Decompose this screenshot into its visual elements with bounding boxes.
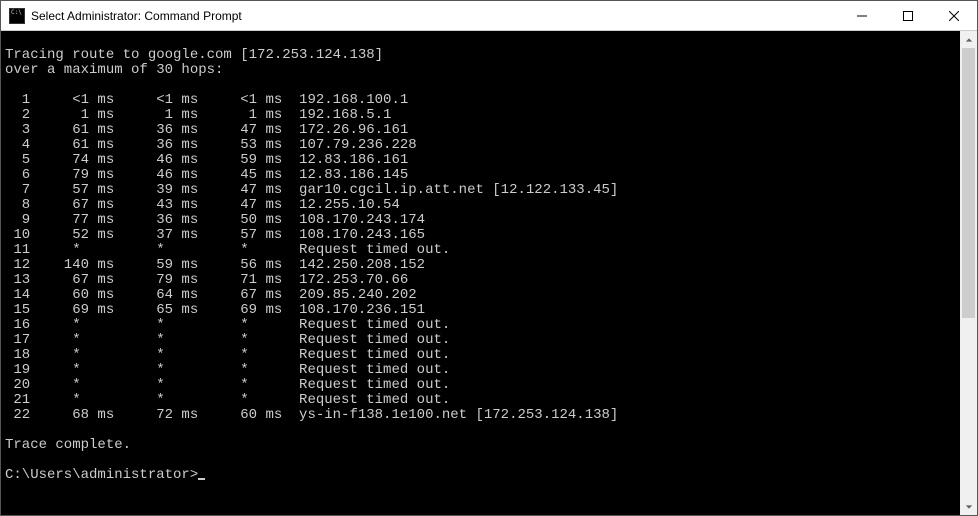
cursor xyxy=(198,478,205,480)
minimize-button[interactable] xyxy=(839,1,885,31)
prompt-text: C:\Users\administrator> xyxy=(5,467,198,483)
scroll-up-button[interactable] xyxy=(960,31,977,48)
cmd-icon xyxy=(9,8,25,24)
maximize-button[interactable] xyxy=(885,1,931,31)
scroll-down-button[interactable] xyxy=(960,498,977,515)
scroll-thumb[interactable] xyxy=(962,48,975,318)
scroll-track[interactable] xyxy=(960,48,977,498)
title-bar[interactable]: Select Administrator: Command Prompt xyxy=(1,1,977,31)
client-area: Tracing route to google.com [172.253.124… xyxy=(1,31,977,515)
app-window: Select Administrator: Command Prompt Tra… xyxy=(0,0,978,516)
terminal-output[interactable]: Tracing route to google.com [172.253.124… xyxy=(1,31,960,515)
window-title: Select Administrator: Command Prompt xyxy=(31,9,242,23)
vertical-scrollbar[interactable] xyxy=(960,31,977,515)
close-button[interactable] xyxy=(931,1,977,31)
